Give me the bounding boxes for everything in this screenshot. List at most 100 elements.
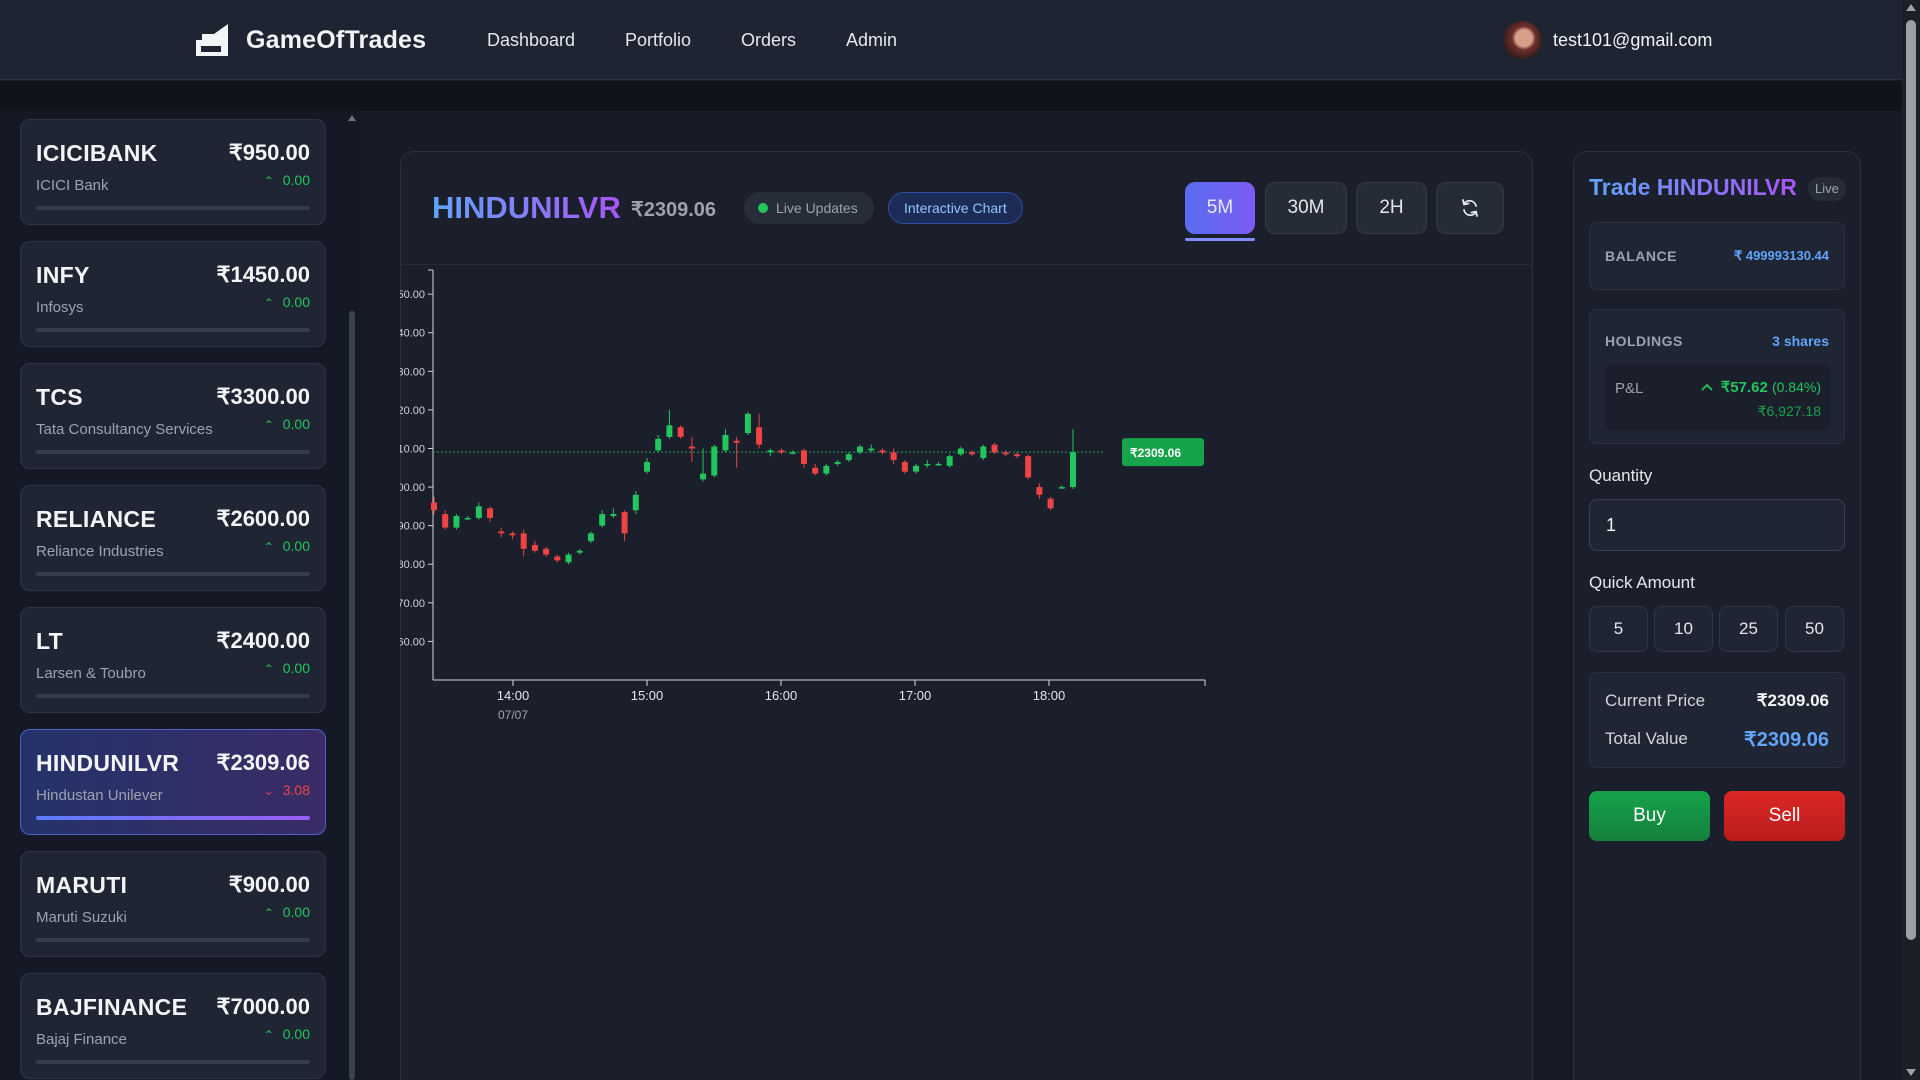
candlestick-chart[interactable]: ₹2260.00 ₹2270.00 ₹2280.00 ₹2290.00 ₹2300.00… [400, 151, 1533, 911]
candle-up[interactable] [610, 514, 617, 517]
page-scroll-down-icon[interactable] [1906, 1069, 1916, 1076]
candle-down[interactable] [800, 450, 807, 464]
candle-down[interactable] [733, 440, 740, 443]
candle-down[interactable] [1013, 454, 1020, 457]
buy-button[interactable]: Buy [1589, 791, 1710, 841]
candle-down[interactable] [677, 427, 684, 437]
stock-card-maruti[interactable]: MARUTI ₹900.00 Maruti Suzuki ⌃ 0.00 [20, 851, 326, 957]
pl-percent: (0.84%) [1771, 379, 1821, 395]
candle-down[interactable] [901, 461, 908, 472]
candle-up[interactable] [834, 461, 841, 464]
stock-card-lt[interactable]: LT ₹2400.00 Larsen & Toubro ⌃ 0.00 [20, 607, 326, 713]
quick-amount-50-button[interactable]: 50 [1785, 606, 1844, 652]
stock-card-hindunilvr[interactable]: HINDUNILVR ₹2309.06 Hindustan Unilever ⌄ 3.0… [20, 729, 326, 835]
candle-down[interactable] [812, 467, 819, 474]
sidebar-scrollbar[interactable] [347, 111, 357, 1080]
candle-down[interactable] [543, 548, 550, 555]
candle-up[interactable] [924, 463, 931, 466]
candle-up[interactable] [823, 465, 830, 474]
up-arrow-icon: ⌃ [263, 174, 274, 188]
nav-link-portfolio[interactable]: Portfolio [625, 30, 691, 51]
candle-up[interactable] [576, 550, 583, 553]
candle-up[interactable] [913, 465, 920, 472]
candle-down[interactable] [688, 446, 695, 449]
candle-down[interactable] [442, 514, 449, 528]
candle-down[interactable] [890, 452, 897, 461]
candle-up[interactable] [587, 533, 594, 542]
stock-card-bajfinance[interactable]: BAJFINANCE ₹7000.00 Bajaj Finance ⌃ 0.00 [20, 973, 326, 1079]
stock-price: ₹950.00 [228, 140, 310, 165]
candle-up[interactable] [767, 450, 774, 453]
quick-amount-10-button[interactable]: 10 [1654, 606, 1713, 652]
candle-up[interactable] [789, 452, 796, 454]
candle-down[interactable] [1025, 456, 1032, 478]
candle-up[interactable] [957, 448, 964, 455]
candle-up[interactable] [632, 494, 639, 511]
candle-down[interactable] [756, 427, 763, 445]
y-tick-label: ₹2350.00 [400, 289, 425, 301]
stock-card-tcs[interactable]: TCS ₹3300.00 Tata Consultancy Services ⌃ 0.0… [20, 363, 326, 469]
candle-up[interactable] [845, 454, 852, 461]
candle-up[interactable] [946, 456, 953, 466]
sell-button[interactable]: Sell [1724, 791, 1845, 841]
candle-up[interactable] [666, 425, 673, 437]
candle-down[interactable] [520, 533, 527, 549]
candle-up[interactable] [711, 446, 718, 476]
candle-up[interactable] [655, 438, 662, 451]
candle-up[interactable] [935, 463, 942, 466]
candle-down[interactable] [531, 544, 538, 551]
candle-up[interactable] [599, 514, 606, 526]
candle-down[interactable] [969, 452, 976, 455]
user-avatar[interactable] [1503, 21, 1541, 59]
candle-up[interactable] [565, 554, 572, 563]
quantity-input[interactable]: 1 [1589, 499, 1845, 551]
candle-up[interactable] [700, 473, 707, 480]
stock-card-reliance[interactable]: RELIANCE ₹2600.00 Reliance Industries ⌃ 0.00 [20, 485, 326, 591]
nav-link-dashboard[interactable]: Dashboard [487, 30, 575, 51]
page-scroll-thumb[interactable] [1906, 20, 1916, 940]
candle-down[interactable] [991, 444, 998, 453]
stock-change-value: 0.00 [282, 538, 310, 554]
trade-live-badge: Live [1808, 177, 1846, 201]
brand-name[interactable]: GameOfTrades [246, 26, 426, 55]
candle-down[interactable] [431, 502, 437, 511]
sidebar-scroll-thumb[interactable] [349, 311, 355, 1080]
page-scroll-up-icon[interactable] [1906, 4, 1916, 11]
candle-down[interactable] [509, 533, 516, 536]
scroll-up-arrow-icon[interactable] [348, 115, 356, 121]
candle-up[interactable] [722, 434, 729, 451]
up-arrow-icon: ⌃ [263, 418, 274, 432]
candle-up[interactable] [1070, 452, 1076, 488]
quick-amount-25-button[interactable]: 25 [1719, 606, 1778, 652]
brand-logo-icon[interactable] [194, 22, 228, 58]
holdings-box: HOLDINGS 3 shares P&L ₹57.62 (0.84%) ₹6,… [1589, 309, 1845, 444]
candle-up[interactable] [857, 446, 863, 453]
candle-down[interactable] [1002, 452, 1009, 455]
stock-card-infy[interactable]: INFY ₹1450.00 Infosys ⌃ 0.00 [20, 241, 326, 347]
candle-up[interactable] [744, 413, 751, 434]
candle-down[interactable] [621, 512, 628, 534]
candle-down[interactable] [879, 450, 886, 453]
order-summary-box: Current Price ₹2309.06 Total Value ₹2309… [1589, 672, 1845, 768]
candle-down[interactable] [487, 508, 494, 518]
stock-card-icicibank[interactable]: ICICIBANK ₹950.00 ICICI Bank ⌃ 0.00 [20, 119, 326, 225]
nav-link-admin[interactable]: Admin [846, 30, 897, 51]
quick-amount-5-button[interactable]: 5 [1589, 606, 1648, 652]
candle-up[interactable] [868, 448, 875, 451]
candle-down[interactable] [554, 556, 561, 561]
candle-down[interactable] [1047, 498, 1054, 509]
candle-down[interactable] [498, 531, 505, 534]
user-email[interactable]: test101@gmail.com [1553, 30, 1712, 51]
candle-up[interactable] [464, 517, 471, 520]
nav-link-orders[interactable]: Orders [741, 30, 796, 51]
candle-down[interactable] [1036, 487, 1043, 495]
holdings-value: 3 shares [1772, 333, 1829, 349]
candle-up[interactable] [475, 506, 482, 518]
candle-up[interactable] [644, 461, 650, 472]
candle-down[interactable] [778, 450, 785, 453]
stock-change-value: 0.00 [282, 172, 310, 188]
page-scrollbar[interactable] [1902, 0, 1920, 1080]
candle-up[interactable] [1058, 487, 1065, 489]
candle-up[interactable] [453, 516, 460, 528]
candle-up[interactable] [980, 446, 987, 459]
